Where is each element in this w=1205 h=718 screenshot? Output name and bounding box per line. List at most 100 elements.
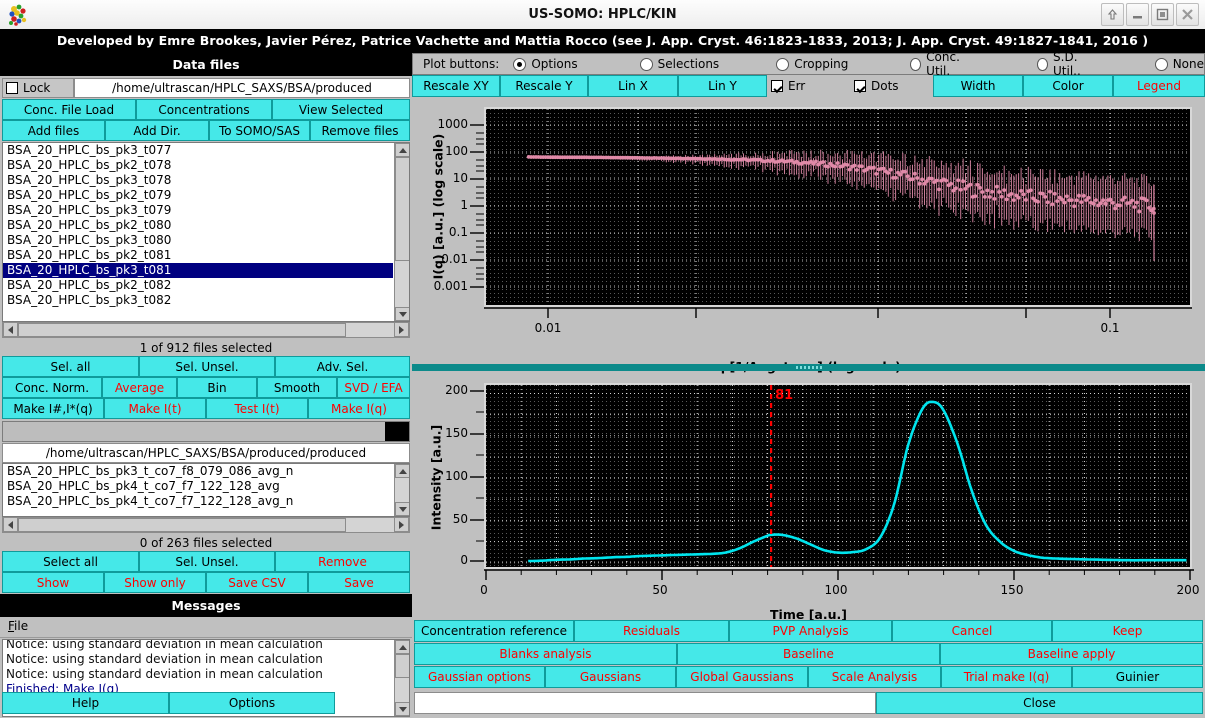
data-files-vscroll-thumb[interactable] [395,157,409,261]
menu-file[interactable]: File [0,617,36,635]
list-item[interactable]: BSA_20_HPLC_bs_pk2_t079 [3,188,393,203]
close-button[interactable]: Close [876,692,1203,714]
keep-button[interactable]: Keep [1052,620,1203,642]
show-only-button[interactable]: Show only [104,572,206,593]
list-item[interactable]: BSA_20_HPLC_bs_pk3_t081 [3,263,393,278]
scroll-left-icon[interactable] [3,322,18,337]
checkbox-err[interactable]: Err [767,75,850,97]
color-button[interactable]: Color [1023,75,1113,97]
produced-path[interactable]: /home/ultrascan/HPLC_SAXS/BSA/produced/p… [2,443,410,463]
bin-button[interactable]: Bin [177,377,257,398]
conc-norm-button[interactable]: Conc. Norm. [2,377,102,398]
test-i-t-button[interactable]: Test I(t) [206,398,308,419]
save-csv-button[interactable]: Save CSV [206,572,308,593]
save-button[interactable]: Save [308,572,410,593]
minimize-icon[interactable] [1126,3,1149,26]
produced-hscroll-thumb[interactable] [18,518,346,532]
shade-icon[interactable] [1101,3,1124,26]
analysis-text-field[interactable] [414,692,876,714]
make-i-t-button[interactable]: Make I(t) [104,398,206,419]
kin-plot-canvas[interactable]: 81 [484,383,1192,569]
produced-scroll-left-icon[interactable] [3,517,18,532]
data-files-hscroll-thumb[interactable] [18,323,346,337]
list-item[interactable]: BSA_20_HPLC_bs_pk3_t_co7_f8_079_086_avg_… [3,464,393,479]
options-button[interactable]: Options [169,692,335,714]
show-button[interactable]: Show [2,572,104,593]
remove-files-button[interactable]: Remove files [310,120,410,141]
scroll-down-icon[interactable] [395,307,409,321]
rescale-y-button[interactable]: Rescale Y [500,75,588,97]
kin-plot[interactable]: 81 200 150 100 50 0 0 50 100 150 200 Time [a.u [412,375,1205,622]
make-i-q-button[interactable]: Make I(q) [308,398,410,419]
list-item[interactable]: BSA_20_HPLC_bs_pk2_t080 [3,218,393,233]
data-files-path[interactable]: /home/ultrascan/HPLC_SAXS/BSA/produced [74,78,410,98]
concentration-reference-button[interactable]: Concentration reference [414,620,574,642]
width-button[interactable]: Width [933,75,1023,97]
list-item[interactable]: BSA_20_HPLC_bs_pk3_t082 [3,293,393,308]
list-item[interactable]: BSA_20_HPLC_bs_pk4_t_co7_f7_122_128_avg_… [3,494,393,509]
close-icon[interactable] [1176,3,1199,26]
saxs-plot[interactable]: 1000 100 10 1 0.1 0.01 0.001 0.01 0.1 I(… [412,99,1205,409]
add-files-button[interactable]: Add files [2,120,105,141]
radio-conc-util[interactable]: Conc. Util. [910,50,975,78]
concentrations-button[interactable]: Concentrations [136,99,272,120]
smooth-button[interactable]: Smooth [257,377,337,398]
sel-unsel-button[interactable]: Sel. Unsel. [139,356,275,377]
lock-checkbox[interactable]: Lock [2,78,74,98]
messages-vscroll-thumb[interactable] [395,654,409,678]
trial-make-i-q-button[interactable]: Trial make I(q) [941,666,1072,688]
checkbox-dots[interactable]: Dots [850,75,933,97]
radio-none[interactable]: None [1154,57,1204,71]
rescale-xy-button[interactable]: Rescale XY [412,75,500,97]
baseline-button[interactable]: Baseline [677,643,940,665]
average-button[interactable]: Average [102,377,177,398]
list-item[interactable]: BSA_20_HPLC_bs_pk2_t081 [3,248,393,263]
remove-button[interactable]: Remove [275,551,410,572]
to-somo-sas-button[interactable]: To SOMO/SAS [209,120,310,141]
messages-scroll-up-icon[interactable] [395,640,409,654]
legend-button[interactable]: Legend [1113,75,1205,97]
help-button[interactable]: Help [2,692,169,714]
produced-scroll-right-icon[interactable] [394,517,409,532]
baseline-apply-button[interactable]: Baseline apply [940,643,1203,665]
radio-cropping[interactable]: Cropping [776,57,848,71]
sel-all-button[interactable]: Sel. all [2,356,139,377]
radio-options[interactable]: Options [513,57,578,71]
add-dir-button[interactable]: Add Dir. [105,120,209,141]
view-selected-button[interactable]: View Selected [272,99,410,120]
produced-scroll-up-icon[interactable] [395,464,409,478]
gaussians-button[interactable]: Gaussians [545,666,676,688]
plot-splitter[interactable] [412,364,1205,371]
list-item[interactable]: BSA_20_HPLC_bs_pk3_t079 [3,203,393,218]
residuals-button[interactable]: Residuals [574,620,729,642]
list-item[interactable]: BSA_20_HPLC_bs_pk3_t080 [3,233,393,248]
lin-x-button[interactable]: Lin X [588,75,678,97]
produced-scroll-down-icon[interactable] [395,502,409,516]
scroll-up-icon[interactable] [395,143,409,157]
radio-s-d-util[interactable]: S.D. Util.. [1037,50,1097,78]
list-item[interactable]: BSA_20_HPLC_bs_pk4_t_co7_f7_122_128_avg [3,479,393,494]
conc-file-load-button[interactable]: Conc. File Load [2,99,136,120]
lin-y-button[interactable]: Lin Y [678,75,767,97]
sel-unsel-button[interactable]: Sel. Unsel. [139,551,275,572]
data-files-vscrollbar[interactable] [394,143,409,321]
select-all-button[interactable]: Select all [2,551,139,572]
maximize-icon[interactable] [1151,3,1174,26]
data-files-list[interactable]: BSA_20_HPLC_bs_pk3_t077 BSA_20_HPLC_bs_pk… [2,142,410,322]
pvp-analysis-button[interactable]: PVP Analysis [729,620,892,642]
global-gaussians-button[interactable]: Global Gaussians [676,666,808,688]
scroll-right-icon[interactable] [394,322,409,337]
make-i-i-q-button[interactable]: Make I#,I*(q) [2,398,104,419]
saxs-plot-canvas[interactable] [484,107,1192,307]
data-files-hscrollbar[interactable] [2,322,410,338]
scale-analysis-button[interactable]: Scale Analysis [808,666,941,688]
radio-selections[interactable]: Selections [639,57,719,71]
adv-sel-button[interactable]: Adv. Sel. [275,356,410,377]
blanks-analysis-button[interactable]: Blanks analysis [414,643,677,665]
produced-hscrollbar[interactable] [2,517,410,533]
list-item[interactable]: BSA_20_HPLC_bs_pk3_t077 [3,143,393,158]
list-item[interactable]: BSA_20_HPLC_bs_pk3_t078 [3,173,393,188]
list-item[interactable]: BSA_20_HPLC_bs_pk2_t078 [3,158,393,173]
produced-files-list[interactable]: BSA_20_HPLC_bs_pk3_t_co7_f8_079_086_avg_… [2,463,410,517]
produced-vscrollbar[interactable] [394,464,409,516]
